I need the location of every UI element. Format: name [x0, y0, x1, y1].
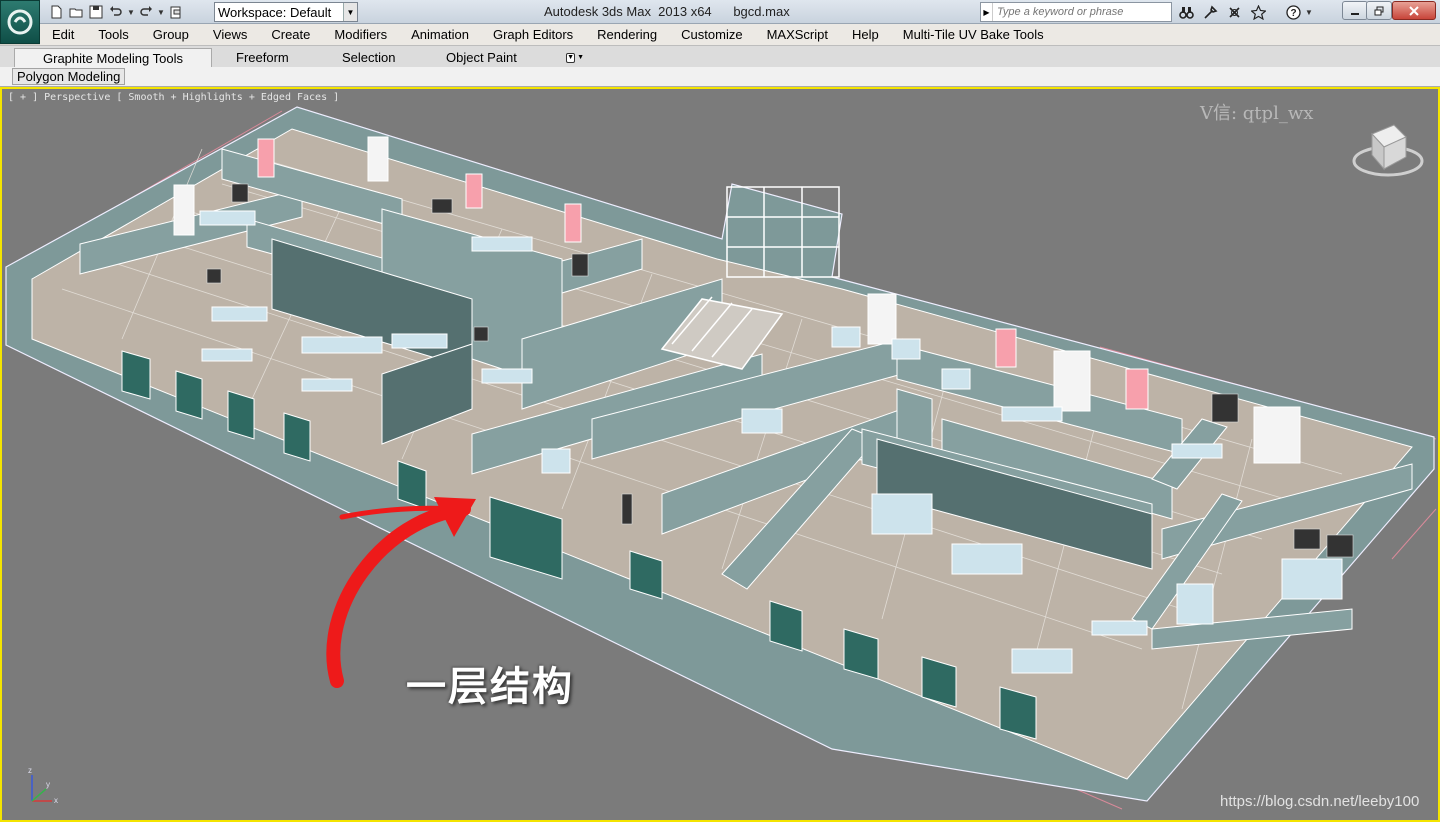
svg-text:y: y — [46, 780, 50, 789]
watermark-wechat: V信: qtpl_wx — [1200, 103, 1314, 124]
svg-text:?: ? — [1290, 8, 1296, 19]
application-button[interactable] — [0, 0, 40, 44]
menu-tools[interactable]: Tools — [86, 24, 140, 45]
menu-modifiers[interactable]: Modifiers — [322, 24, 399, 45]
undo-dropdown-icon[interactable]: ▼ — [126, 3, 136, 21]
perspective-viewport[interactable]: z x y [ + ] Perspective [ Smooth + Highl… — [0, 87, 1440, 822]
menu-animation[interactable]: Animation — [399, 24, 481, 45]
menu-views[interactable]: Views — [201, 24, 259, 45]
title-bar: ▼ ▼ Workspace: Default ▼ Autodesk 3ds Ma… — [0, 0, 1440, 44]
minimize-icon — [1351, 12, 1359, 15]
max-logo-icon — [7, 9, 33, 35]
undo-icon[interactable] — [106, 3, 126, 21]
viewport-label[interactable]: [ + ] Perspective [ Smooth + Highlights … — [8, 92, 339, 103]
menu-bar: Edit Tools Group Views Create Modifiers … — [40, 24, 1440, 45]
svg-text:z: z — [28, 766, 32, 775]
window-title: Autodesk 3ds Max 2013 x64 bgcd.max — [544, 4, 790, 19]
chevron-down-icon: ▼ — [577, 54, 584, 61]
open-folder-icon[interactable] — [66, 3, 86, 21]
ribbon-panel: Polygon Modeling — [0, 67, 1440, 87]
tab-graphite-modeling-tools[interactable]: Graphite Modeling Tools — [14, 48, 212, 67]
tab-selection[interactable]: Selection — [336, 48, 401, 67]
redo-dropdown-icon[interactable]: ▼ — [156, 3, 166, 21]
axis-gizmo: z x y — [28, 766, 58, 805]
menu-maxscript[interactable]: MAXScript — [755, 24, 840, 45]
restore-icon — [1374, 6, 1384, 15]
menu-help[interactable]: Help — [840, 24, 891, 45]
subscription-center-icon[interactable] — [1200, 3, 1220, 21]
ribbon-options-icon: ▼ — [566, 52, 576, 63]
infocenter-search[interactable]: ▶ — [980, 2, 1172, 22]
search-expand-icon[interactable]: ▶ — [981, 3, 993, 21]
redo-icon[interactable] — [136, 3, 156, 21]
tab-object-paint[interactable]: Object Paint — [440, 48, 523, 67]
polygon-modeling-panel[interactable]: Polygon Modeling — [12, 68, 126, 85]
binoculars-search-icon[interactable] — [1176, 3, 1196, 21]
close-button[interactable] — [1392, 1, 1436, 20]
save-icon[interactable] — [86, 3, 106, 21]
project-folder-icon[interactable] — [166, 3, 186, 21]
menu-graph-editors[interactable]: Graph Editors — [481, 24, 585, 45]
menu-customize[interactable]: Customize — [669, 24, 754, 45]
favorites-star-icon[interactable] — [1248, 3, 1268, 21]
tab-freeform[interactable]: Freeform — [230, 48, 295, 67]
annotation-first-floor-structure: 一层结构 — [406, 664, 574, 710]
svg-text:x: x — [54, 796, 58, 805]
watermark-csdn: https://blog.csdn.net/leeby100 — [1220, 793, 1420, 810]
menu-edit[interactable]: Edit — [40, 24, 86, 45]
menu-rendering[interactable]: Rendering — [585, 24, 669, 45]
menu-multi-tile-uv-bake-tools[interactable]: Multi-Tile UV Bake Tools — [891, 24, 1056, 45]
chevron-down-icon[interactable]: ▼ — [343, 3, 357, 21]
ribbon-options-button[interactable]: ▼ ▼ — [560, 48, 590, 67]
help-dropdown-icon[interactable]: ▼ — [1304, 3, 1314, 21]
close-icon — [1409, 5, 1419, 16]
workspace-value: Workspace: Default — [218, 4, 332, 20]
quick-access-toolbar: ▼ ▼ — [46, 3, 186, 21]
view-cube[interactable] — [1352, 124, 1424, 177]
restore-button[interactable] — [1366, 1, 1392, 20]
new-file-icon[interactable] — [46, 3, 66, 21]
menu-create[interactable]: Create — [259, 24, 322, 45]
menu-group[interactable]: Group — [141, 24, 201, 45]
communication-center-icon[interactable] — [1224, 3, 1244, 21]
workspace-dropdown[interactable]: Workspace: Default ▼ — [214, 2, 358, 22]
building-model-scene: z x y — [5, 106, 1437, 810]
help-icon[interactable]: ? — [1283, 3, 1303, 21]
search-input[interactable] — [993, 6, 1171, 18]
ribbon-tab-bar: Graphite Modeling Tools Freeform Selecti… — [0, 45, 1440, 67]
minimize-button[interactable] — [1342, 1, 1368, 20]
